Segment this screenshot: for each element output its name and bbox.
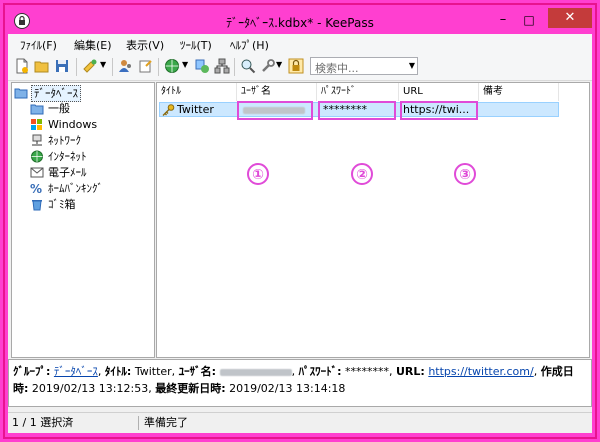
info-pass-value: ********, [345, 365, 393, 378]
menu-file[interactable]: ﾌｧｲﾙ(F) [20, 37, 57, 53]
info-url-label: URL: [396, 365, 425, 378]
new-file-icon[interactable] [14, 58, 30, 74]
toolbar-separator [112, 58, 113, 76]
status-selection: 1 / 1 選択済 [12, 416, 74, 429]
recycle-bin-icon [32, 200, 42, 211]
tree-item-label: ﾎｰﾑﾊﾞﾝｷﾝｸﾞ [48, 182, 103, 195]
copy-password-icon[interactable] [138, 58, 154, 74]
menu-bar: ﾌｧｲﾙ(F) 編集(E) 表示(V) ﾂｰﾙ(T) ﾍﾙﾌﾟ(H) [8, 34, 592, 54]
add-entry-icon[interactable] [82, 58, 98, 74]
tree-item-label: ｲﾝﾀｰﾈｯﾄ [48, 150, 87, 163]
search-dropdown-icon[interactable]: ▼ [406, 57, 418, 75]
column-header-url[interactable]: URL [399, 83, 479, 101]
toolbar: ▼ ▼ ▼ 検索中... ▼ [8, 54, 592, 81]
entry-list[interactable]: ﾀｲﾄﾙ ﾕｰｻﾞ名 ﾊﾟｽﾜｰﾄﾞ URL 備考 Twitter ******… [156, 82, 590, 358]
globe-icon[interactable] [164, 58, 180, 74]
entry-info-panel: ｸﾞﾙｰﾌﾟ: ﾃﾞｰﾀﾍﾞｰｽ, ﾀｲﾄﾙ: Twitter, ﾕｰｻﾞ名: … [8, 359, 592, 407]
info-user-label: ﾕｰｻﾞ名: [178, 365, 217, 378]
info-url-link[interactable]: https://twitter.com/ [428, 365, 533, 378]
tree-item-label: ｺﾞﾐ箱 [48, 198, 76, 211]
internet-globe-icon [31, 150, 43, 163]
info-blurred-username [219, 368, 292, 376]
info-modified-value: 2019/02/13 13:14:18 [229, 382, 346, 395]
info-title-value: Twitter, [134, 365, 176, 378]
network-computer-icon [32, 134, 42, 146]
annotation-box-password [318, 101, 396, 120]
minimize-button[interactable]: – [492, 10, 514, 30]
tools-icon[interactable] [260, 58, 276, 74]
annotation-number-1: ① [247, 163, 269, 185]
tools-dropdown-icon[interactable]: ▼ [276, 60, 282, 69]
status-state: 準備完了 [144, 416, 188, 429]
maximize-button[interactable]: □ [518, 10, 540, 30]
close-button[interactable]: ✕ [548, 8, 592, 28]
annotation-number-2: ② [351, 163, 373, 185]
column-header-username[interactable]: ﾕｰｻﾞ名 [237, 83, 317, 101]
svg-text:%: % [30, 182, 42, 195]
find-icon[interactable] [240, 58, 256, 74]
windows-icon [31, 119, 42, 130]
info-title-label: ﾀｲﾄﾙ: [104, 365, 132, 378]
toolbar-separator [234, 58, 235, 76]
entry-title: Twitter [177, 103, 214, 116]
network-icon[interactable] [214, 58, 230, 74]
copy-username-icon[interactable] [118, 58, 134, 74]
email-icon [30, 167, 44, 178]
add-entry-dropdown-icon[interactable]: ▼ [100, 60, 106, 69]
tree-item-label: ﾈｯﾄﾜｰｸ [48, 134, 81, 147]
database-folder-icon [14, 88, 28, 99]
client-area: ﾌｧｲﾙ(F) 編集(E) 表示(V) ﾂｰﾙ(T) ﾍﾙﾌﾟ(H) ▼ ▼ ▼… [8, 34, 592, 433]
annotation-number-3: ③ [454, 163, 476, 185]
save-icon[interactable] [54, 58, 70, 74]
info-group-label: ｸﾞﾙｰﾌﾟ: [13, 365, 51, 378]
column-header-title[interactable]: ﾀｲﾄﾙ [157, 83, 237, 101]
annotation-box-username [237, 101, 313, 120]
toolbar-separator [158, 58, 159, 76]
annotation-box-url [400, 101, 478, 120]
lock-icon[interactable] [288, 58, 304, 74]
info-created-value: 2019/02/13 13:12:53, [31, 382, 152, 395]
info-group-link[interactable]: ﾃﾞｰﾀﾍﾞｰｽ [54, 365, 98, 378]
menu-help[interactable]: ﾍﾙﾌﾟ(H) [230, 37, 269, 53]
open-folder-icon[interactable] [34, 58, 50, 74]
tree-item-label: 電子ﾒｰﾙ [48, 166, 87, 179]
column-header-notes[interactable]: 備考 [479, 83, 559, 101]
group-tree[interactable]: ﾃﾞｰﾀﾍﾞｰｽ 一般 Windows ﾈｯﾄﾜｰｸ ｲﾝﾀｰﾈｯﾄ 電子ﾒｰﾙ… [11, 82, 155, 358]
status-bar: 1 / 1 選択済 準備完了 [8, 412, 592, 433]
menu-view[interactable]: 表示(V) [126, 37, 164, 53]
column-header-password[interactable]: ﾊﾟｽﾜｰﾄﾞ [317, 83, 399, 101]
search-input[interactable]: 検索中... [310, 57, 418, 75]
percent-icon: % [30, 182, 42, 195]
info-modified-label: 最終更新日時: [155, 382, 226, 395]
tree-item-label: 一般 [48, 102, 70, 115]
folder-icon [30, 104, 44, 115]
url-dropdown-icon[interactable]: ▼ [182, 60, 188, 69]
tree-item-label: Windows [48, 118, 98, 131]
info-pass-label: ﾊﾟｽﾜｰﾄﾞ: [298, 365, 342, 378]
menu-edit[interactable]: 編集(E) [74, 37, 112, 53]
tree-root-label: ﾃﾞｰﾀﾍﾞｰｽ [31, 85, 81, 102]
sync-icon[interactable] [194, 58, 210, 74]
key-icon [162, 104, 175, 116]
status-separator [138, 416, 139, 430]
toolbar-separator [76, 58, 77, 76]
title-bar[interactable]: ﾃﾞｰﾀﾍﾞｰｽ.kdbx* - KeePass – □ ✕ [8, 8, 592, 34]
menu-tools[interactable]: ﾂｰﾙ(T) [180, 37, 212, 53]
